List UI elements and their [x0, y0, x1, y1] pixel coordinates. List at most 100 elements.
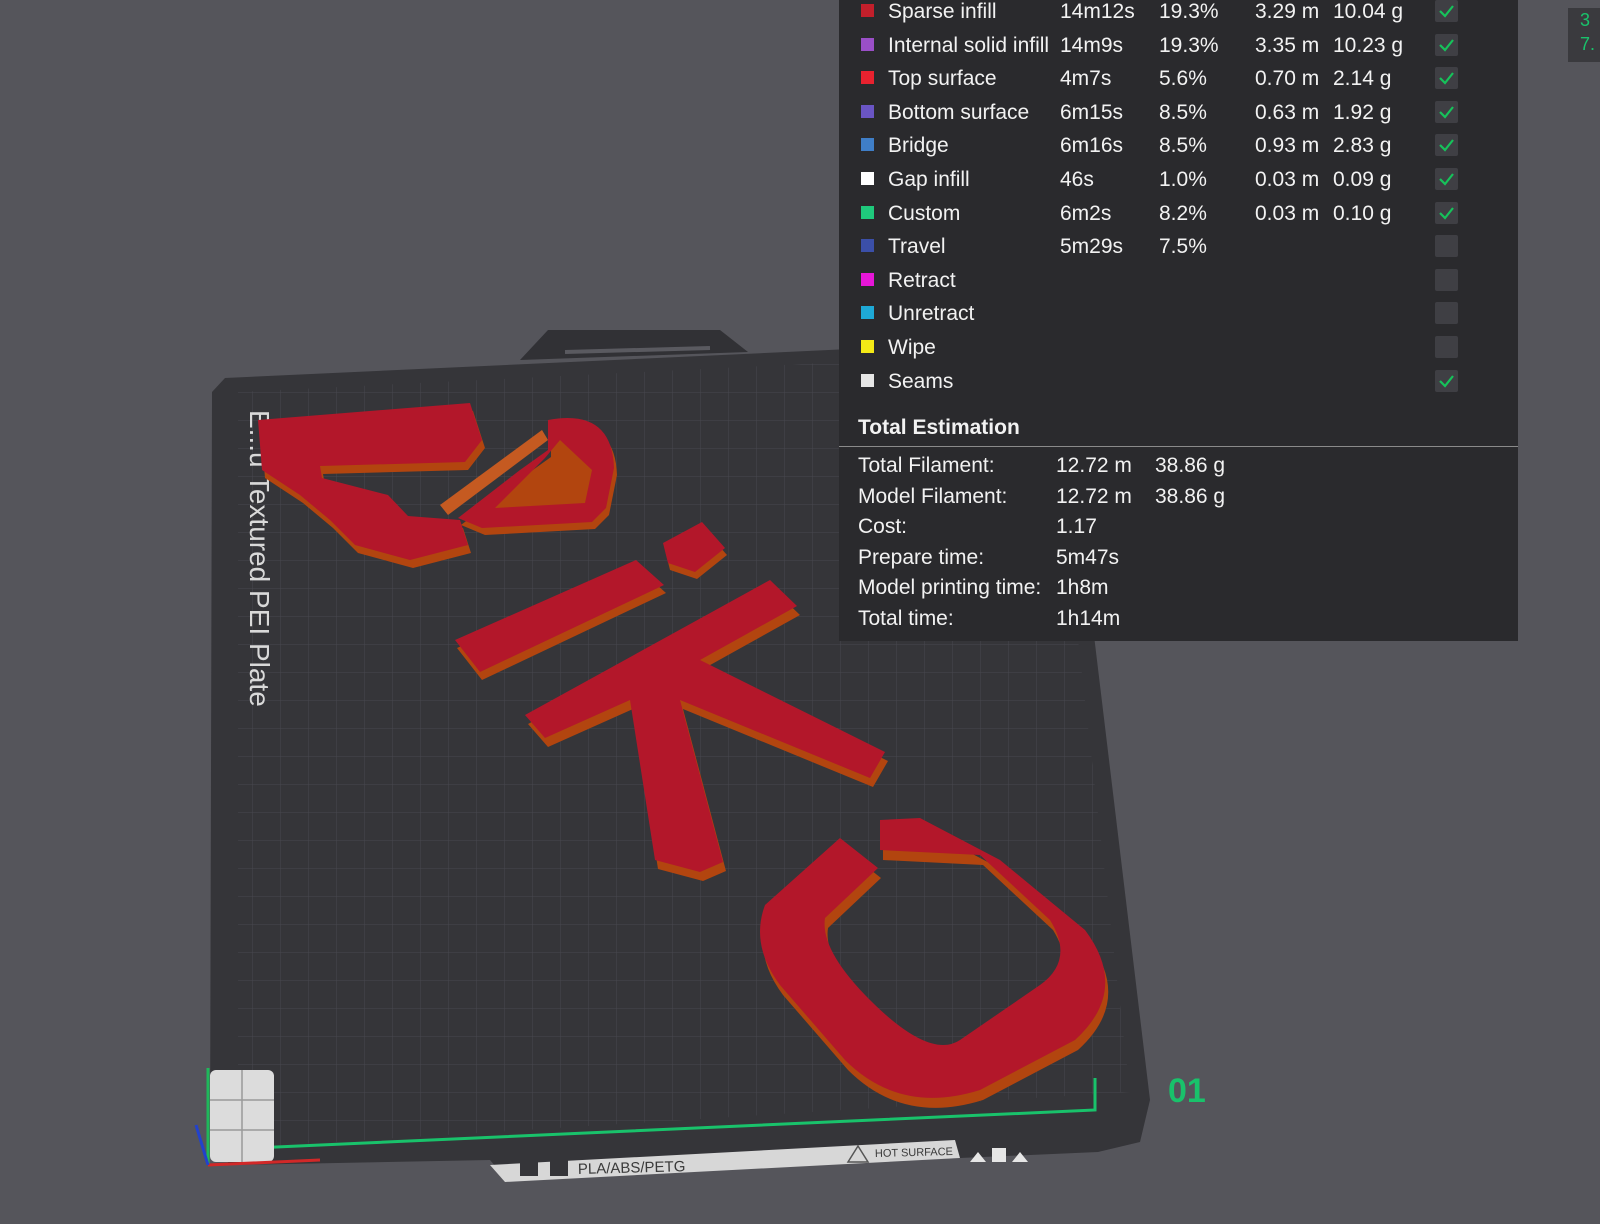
visibility-checkbox[interactable] [1435, 369, 1458, 392]
origin-cube[interactable] [210, 1070, 274, 1162]
total-estimation-title: Total Estimation [858, 416, 1020, 439]
plate-material: PLA/ABS/PETG [578, 1158, 686, 1178]
total-v1: 1h14m [1056, 607, 1121, 630]
visibility-checkbox[interactable] [1435, 201, 1458, 224]
total-row: Cost: 1.17 [839, 515, 1518, 545]
legend-row: Bridge 6m16s 8.5% 0.93 m 2.83 g [839, 134, 1518, 167]
color-swatch [861, 239, 874, 253]
legend-percent: 8.5% [1159, 100, 1207, 124]
legend-name: Bottom surface [888, 100, 1030, 124]
total-label: Model Filament: [858, 484, 1008, 508]
visibility-checkbox[interactable] [1435, 336, 1458, 358]
visibility-checkbox[interactable] [1435, 268, 1458, 291]
legend-percent: 19.3% [1159, 0, 1219, 23]
legend-row: Seams [839, 369, 1518, 403]
legend-name: Custom [888, 201, 961, 225]
legend-length: 0.63 m [1255, 100, 1320, 124]
legend-length: 0.03 m [1255, 168, 1320, 191]
legend-row: Custom 6m2s 8.2% 0.03 m 0.10 g [839, 201, 1518, 235]
legend-row: Travel 5m29s 7.5% [839, 235, 1518, 268]
check-icon [1439, 374, 1454, 388]
legend-time: 6m16s [1060, 134, 1124, 158]
visibility-checkbox[interactable] [1435, 134, 1458, 157]
color-swatch [861, 373, 874, 387]
visibility-checkbox[interactable] [1435, 67, 1458, 90]
check-icon [1439, 206, 1454, 220]
color-swatch [861, 4, 874, 17]
total-label: Model printing time: [858, 576, 1042, 600]
total-label: Cost: [858, 515, 908, 539]
check-icon [1439, 72, 1454, 85]
legend-row: Gap infill 46s 1.0% 0.03 m 0.09 g [839, 168, 1518, 201]
color-swatch [861, 71, 874, 85]
legend-row: Top surface 4m7s 5.6% 0.70 m 2.14 g [839, 67, 1518, 100]
color-swatch [861, 340, 874, 353]
total-row: Model printing time: 1h8m [839, 576, 1518, 606]
legend-time: 6m15s [1060, 100, 1124, 124]
legend-row: Wipe [839, 336, 1518, 369]
total-v2: 38.86 g [1155, 484, 1226, 508]
color-swatch [861, 272, 874, 286]
total-row: Total time: 1h14m [839, 607, 1518, 637]
legend-row: Unretract [839, 302, 1518, 335]
total-row: Total Filament: 12.72 m 38.86 g [839, 454, 1518, 484]
legend-weight: 0.09 g [1333, 168, 1392, 191]
legend-time: 14m9s [1060, 33, 1124, 57]
gcode-legend-panel: Sparse infill 14m12s 19.3% 3.29 m 10.04 g Int… [839, 0, 1518, 641]
legend-percent: 8.5% [1159, 134, 1207, 158]
legend-name: Top surface [888, 67, 997, 91]
check-icon [1439, 173, 1454, 186]
legend-name: Wipe [888, 336, 936, 359]
color-swatch [861, 104, 874, 118]
legend-weight: 10.04 g [1333, 0, 1404, 23]
legend-row: Retract [839, 268, 1518, 302]
legend-name: Travel [888, 235, 946, 259]
total-v1: 1h8m [1056, 576, 1109, 600]
legend-length: 0.93 m [1255, 134, 1320, 158]
divider [839, 446, 1518, 447]
visibility-checkbox[interactable] [1435, 235, 1458, 258]
legend-row: Internal solid infill 14m9s 19.3% 3.35 m 10.… [839, 33, 1518, 67]
color-swatch [861, 172, 874, 185]
visibility-checkbox[interactable] [1435, 33, 1458, 56]
legend-length: 3.29 m [1255, 0, 1320, 23]
total-v1: 5m47s [1056, 545, 1120, 569]
total-v2: 38.86 g [1155, 454, 1226, 477]
check-icon [1439, 5, 1454, 18]
legend-name: Gap infill [888, 168, 970, 191]
legend-percent: 8.2% [1159, 201, 1207, 225]
legend-percent: 7.5% [1159, 235, 1207, 259]
check-icon [1439, 139, 1454, 153]
color-swatch [861, 37, 874, 51]
legend-length: 3.35 m [1255, 33, 1320, 57]
legend-weight: 2.14 g [1333, 67, 1392, 91]
legend-time: 46s [1060, 168, 1094, 191]
visibility-checkbox[interactable] [1435, 302, 1458, 325]
legend-percent: 5.6% [1159, 67, 1207, 91]
legend-name: Internal solid infill [888, 33, 1050, 57]
legend-weight: 0.10 g [1333, 201, 1392, 225]
legend-weight: 1.92 g [1333, 100, 1392, 124]
legend-percent: 19.3% [1159, 33, 1219, 57]
axis-z [194, 1124, 210, 1166]
color-swatch [861, 138, 874, 152]
legend-length: 0.03 m [1255, 201, 1320, 225]
total-v1: 1.17 [1056, 515, 1097, 539]
color-swatch [861, 205, 874, 219]
legend-row: Bottom surface 6m15s 8.5% 0.63 m 1.92 g [839, 100, 1518, 134]
legend-name: Bridge [888, 134, 949, 158]
legend-percent: 1.0% [1159, 168, 1207, 191]
check-icon [1439, 106, 1454, 119]
legend-time: 5m29s [1060, 235, 1124, 259]
legend-time: 6m2s [1060, 201, 1112, 225]
legend-weight: 10.23 g [1333, 33, 1404, 57]
plate-badge: HOT SURFACE [875, 1146, 953, 1160]
total-row: Prepare time: 5m47s [839, 546, 1518, 576]
total-label: Total Filament: [858, 454, 995, 477]
legend-time: 14m12s [1060, 0, 1135, 23]
visibility-checkbox[interactable] [1435, 168, 1458, 190]
total-row: Model Filament: 12.72 m 38.86 g [839, 485, 1518, 515]
visibility-checkbox[interactable] [1435, 100, 1458, 123]
visibility-checkbox[interactable] [1435, 0, 1458, 22]
legend-name: Seams [888, 369, 954, 393]
